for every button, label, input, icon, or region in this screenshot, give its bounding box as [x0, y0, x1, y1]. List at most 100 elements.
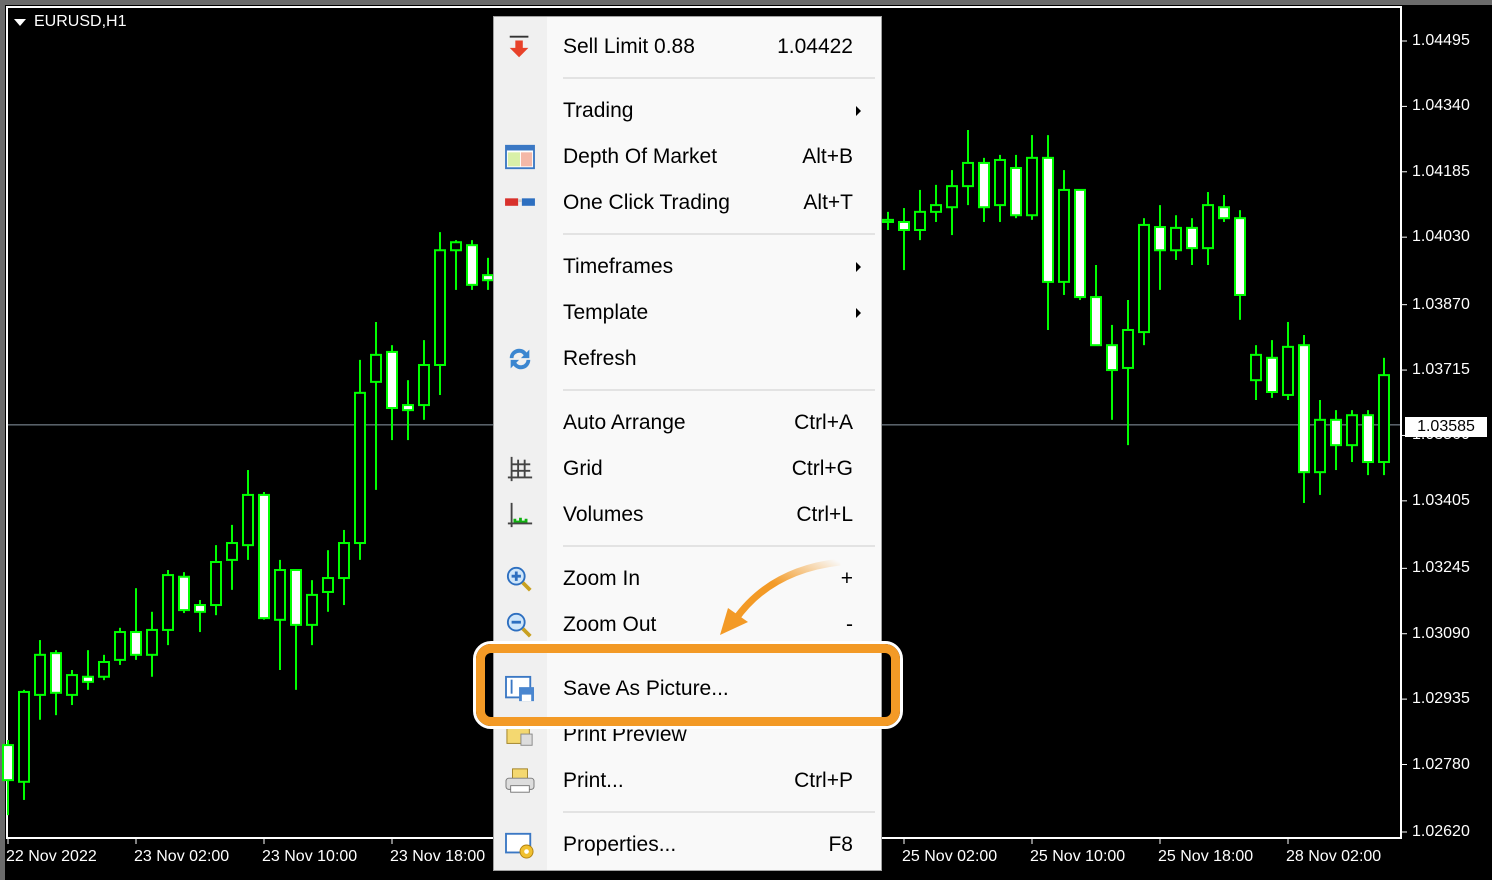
menu-item-label: Properties...: [563, 833, 677, 856]
candle: [1154, 205, 1166, 290]
candle: [1122, 300, 1134, 446]
candle: [1106, 324, 1118, 420]
candle: [1042, 135, 1054, 330]
price-tick-label: 1.02935: [1412, 690, 1470, 708]
menu-separator: [563, 233, 875, 235]
menu-item-grid[interactable]: Grid Ctrl+G: [494, 449, 881, 489]
price-tick-label: 1.03245: [1412, 559, 1470, 577]
candle: [210, 545, 222, 616]
candle: [66, 670, 78, 706]
candle: [322, 550, 334, 612]
candle: [434, 232, 446, 395]
candle: [226, 524, 238, 590]
time-tick-label: 23 Nov 10:00: [262, 848, 358, 865]
time-tick-label: 23 Nov 18:00: [390, 848, 486, 865]
candle: [338, 529, 350, 606]
menu-item-properties[interactable]: Properties... F8: [494, 825, 881, 865]
candle: [1330, 410, 1342, 471]
menu-item-shortcut: F8: [828, 833, 853, 856]
candle: [82, 650, 94, 690]
candle: [98, 654, 110, 681]
candle: [898, 208, 910, 271]
menu-item-template[interactable]: Template: [494, 293, 881, 333]
menu-item-auto-arrange[interactable]: Auto Arrange Ctrl+A: [494, 403, 881, 443]
menu-item-print[interactable]: Print... Ctrl+P: [494, 761, 881, 801]
menu-separator: [563, 77, 875, 79]
menu-item-label: Trading: [563, 99, 634, 122]
submenu-arrow-icon: [856, 308, 861, 318]
time-tick-label: 25 Nov 02:00: [902, 848, 998, 865]
candle: [194, 599, 206, 633]
time-tick-label: 25 Nov 10:00: [1030, 848, 1126, 865]
candle: [994, 154, 1006, 222]
properties-icon: [505, 832, 534, 859]
candle: [962, 130, 974, 206]
refresh-icon: [509, 348, 531, 370]
menu-item-shortcut: Ctrl+P: [794, 769, 853, 792]
dropdown-triangle-icon[interactable]: [14, 18, 26, 26]
price-tick-label: 1.04495: [1412, 32, 1470, 49]
candle: [466, 240, 478, 290]
menu-item-timeframes[interactable]: Timeframes: [494, 247, 881, 287]
candle: [386, 345, 398, 441]
candle: [18, 689, 30, 800]
menu-separator: [563, 545, 875, 547]
menu-item-shortcut: Ctrl+A: [794, 411, 853, 434]
menu-item-sell-limit-0-88[interactable]: Sell Limit 0.88 1.04422: [494, 27, 881, 67]
price-tick-label: 1.03715: [1412, 361, 1470, 379]
candle: [50, 650, 62, 716]
print-icon: [505, 768, 535, 793]
candle: [274, 559, 286, 671]
menu-item-label: Grid: [563, 457, 603, 480]
menu-item-shortcut: Alt+T: [803, 191, 853, 214]
candle: [178, 572, 190, 614]
one-click-trading-icon: [505, 198, 535, 206]
candle: [1266, 340, 1278, 398]
menu-item-shortcut: 1.04422: [777, 35, 853, 58]
candle: [1282, 321, 1294, 401]
candle: [1186, 218, 1198, 266]
depth-of-market-icon: [505, 144, 535, 170]
price-tick-label: 1.02780: [1412, 755, 1470, 773]
candle: [1250, 345, 1262, 401]
zoom-out-icon: [506, 612, 532, 638]
candle: [1362, 410, 1374, 476]
candle: [114, 627, 126, 665]
menu-item-trading[interactable]: Trading: [494, 91, 881, 131]
menu-item-refresh[interactable]: Refresh: [494, 339, 881, 379]
candle: [1202, 192, 1214, 266]
candle: [242, 470, 254, 560]
highlight-box: [473, 641, 903, 729]
candle: [1298, 335, 1310, 503]
menu-item-label: Depth Of Market: [563, 145, 718, 168]
menu-separator: [563, 811, 875, 813]
candle: [370, 321, 382, 490]
menu-item-one-click-trading[interactable]: One Click Trading Alt+T: [494, 183, 881, 223]
menu-item-label: One Click Trading: [563, 191, 730, 214]
candle: [1010, 154, 1022, 219]
menu-item-label: Refresh: [563, 347, 637, 370]
candle: [1378, 357, 1390, 476]
symbol-label[interactable]: EURUSD,H1: [14, 13, 126, 31]
zoom-in-icon: [506, 566, 532, 592]
candle: [1138, 218, 1150, 346]
menu-item-label: Auto Arrange: [563, 411, 686, 434]
time-tick-label: 25 Nov 18:00: [1158, 848, 1254, 865]
candle: [354, 359, 366, 560]
menu-separator: [563, 389, 875, 391]
menu-item-volumes[interactable]: Volumes Ctrl+L: [494, 495, 881, 535]
candle: [290, 569, 302, 690]
menu-item-shortcut: Ctrl+G: [791, 457, 853, 480]
volumes-icon: [507, 502, 533, 528]
candle: [1314, 400, 1326, 495]
time-tick-label: 23 Nov 02:00: [134, 848, 230, 865]
menu-item-label: Sell Limit 0.88: [563, 35, 695, 58]
submenu-arrow-icon: [856, 106, 861, 116]
sell-limit-arrow-icon: [509, 35, 529, 58]
candle: [146, 611, 158, 677]
candle: [450, 240, 462, 290]
menu-item-depth-of-market[interactable]: Depth Of Market Alt+B: [494, 137, 881, 177]
time-tick-label: 22 Nov 2022: [6, 848, 97, 865]
menu-item-shortcut: Alt+B: [802, 145, 853, 168]
price-tick-label: 1.04030: [1412, 228, 1470, 246]
